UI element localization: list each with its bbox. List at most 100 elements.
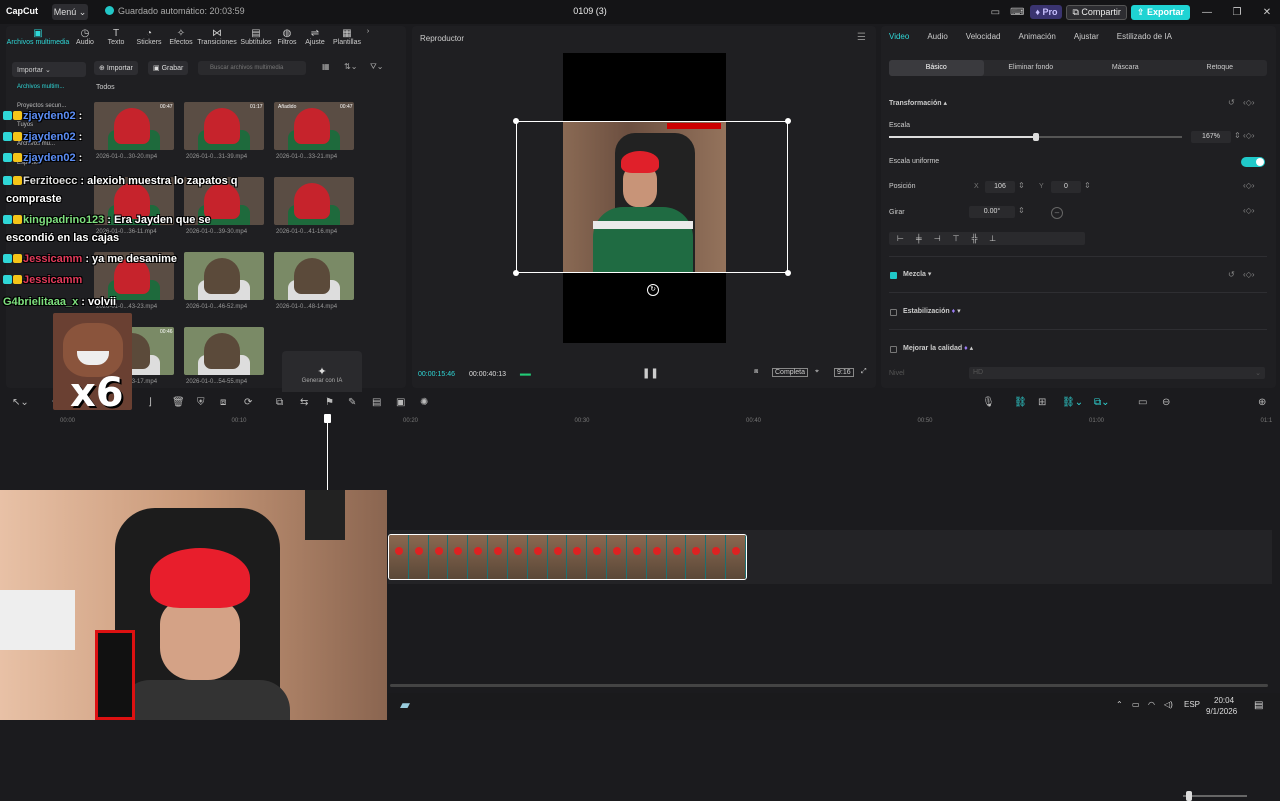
clock-time[interactable]: 20:04 xyxy=(1214,696,1234,705)
scale-slider-knob[interactable] xyxy=(1032,133,1039,141)
link-icon[interactable]: ⛓ xyxy=(1014,397,1027,408)
player-menu-icon[interactable]: ☰ xyxy=(857,32,866,43)
project-title[interactable]: 0109 (3) xyxy=(560,6,620,16)
property-tab[interactable]: Audio xyxy=(927,32,947,41)
stabilize-checkbox[interactable] xyxy=(890,309,897,316)
enhance-checkbox[interactable] xyxy=(890,346,897,353)
sidebar-item-media[interactable]: Archivos multim... xyxy=(12,77,86,96)
freeze-icon[interactable]: ⧉ xyxy=(276,397,283,408)
enhance-heading[interactable]: Mejorar la calidad ♦ ▴ xyxy=(903,344,973,352)
caption-track-icon[interactable]: ▭ xyxy=(1138,397,1147,408)
scale-value-field[interactable]: 167% xyxy=(1191,131,1231,143)
fullscreen-icon[interactable]: ⤢ xyxy=(861,368,867,376)
keyframe-nav-icon[interactable]: ‹◇› xyxy=(1243,270,1254,279)
align-middle-icon[interactable]: ╬ xyxy=(972,234,978,243)
property-tab[interactable]: Estilizado de IA xyxy=(1117,32,1172,41)
reset-icon[interactable]: ↺ xyxy=(1228,98,1235,107)
minimize-icon[interactable]: — xyxy=(1194,7,1220,18)
image-icon[interactable]: ▣ xyxy=(396,397,405,408)
resize-handle[interactable] xyxy=(513,270,519,276)
ai-tool-icon[interactable]: ✺ xyxy=(420,397,428,408)
video-clip[interactable] xyxy=(388,534,747,580)
media-thumbnail[interactable] xyxy=(184,327,264,375)
volume-icon[interactable]: ◁) xyxy=(1164,700,1173,709)
tab-transition[interactable]: ⋈ Transiciones xyxy=(196,26,238,54)
wifi-icon[interactable]: ◠ xyxy=(1148,700,1155,709)
align-left-icon[interactable]: ⊢ xyxy=(897,234,904,243)
blend-heading[interactable]: Mezcla ▾ xyxy=(903,270,931,278)
uniform-scale-toggle[interactable] xyxy=(1241,157,1265,167)
tab-subtitle[interactable]: ▤ Subtítulos xyxy=(238,26,274,54)
transform-heading[interactable]: Transformación ▴ xyxy=(889,99,947,107)
property-tab[interactable]: Animación xyxy=(1019,32,1056,41)
align-right-icon[interactable]: ⊣ xyxy=(934,234,941,243)
keyframe-nav-icon[interactable]: ‹◇› xyxy=(1243,131,1254,140)
stepper-icon[interactable]: ⇕ xyxy=(1234,131,1241,140)
stepper-icon[interactable]: ⇕ xyxy=(1018,206,1025,215)
zoom-out-icon[interactable]: ⊖ xyxy=(1162,397,1170,408)
blend-checkbox[interactable] xyxy=(890,272,897,279)
main-track-icon[interactable]: ⧉⌄ xyxy=(1094,397,1110,408)
timeline-ruler[interactable]: 00:00 00:10 00:20 00:30 00:40 00:50 01:00 01:1 xyxy=(0,416,1280,428)
share-button[interactable]: ⧉ Compartir xyxy=(1066,4,1127,20)
speed-icon[interactable]: ⟳ xyxy=(244,397,252,408)
rotate-field[interactable]: 0.00° xyxy=(969,206,1015,218)
media-thumbnail[interactable] xyxy=(274,252,354,300)
marker-icon[interactable]: ⚑ xyxy=(325,397,334,408)
capcut-taskbar-icon[interactable]: ▰ xyxy=(400,697,410,713)
property-subtab[interactable]: Retoque xyxy=(1173,60,1268,76)
resize-handle[interactable] xyxy=(513,118,519,124)
resize-handle[interactable] xyxy=(785,270,791,276)
record-button[interactable]: ▣ Grabar xyxy=(148,61,189,75)
pos-y-field[interactable]: 0 xyxy=(1051,181,1081,193)
stabilize-heading[interactable]: Estabilización ♦ ▾ xyxy=(903,307,961,315)
tab-audio[interactable]: ◷ Audio xyxy=(70,26,100,54)
delete-icon[interactable]: 🗑 xyxy=(172,397,185,408)
crop-icon[interactable]: ⧈ xyxy=(754,368,758,376)
tab-adjust[interactable]: ⇌ Ajuste xyxy=(300,26,330,54)
all-label[interactable]: Todos xyxy=(96,84,115,91)
property-tab[interactable]: Velocidad xyxy=(966,32,1001,41)
keyframe-nav-icon[interactable]: ‹◇› xyxy=(1243,181,1254,190)
property-tab[interactable]: Ajustar xyxy=(1074,32,1099,41)
stepper-icon[interactable]: ⇕ xyxy=(1084,181,1091,190)
playhead[interactable] xyxy=(327,416,328,491)
resize-handle[interactable] xyxy=(785,118,791,124)
notification-icon[interactable]: ▤ xyxy=(1254,700,1263,711)
zoom-in-icon[interactable]: ⊕ xyxy=(1258,397,1266,408)
microphone-icon[interactable]: 🎙 xyxy=(982,397,995,408)
reset-icon[interactable]: ↺ xyxy=(1228,270,1235,279)
filter-icon[interactable]: ⛛⌄ xyxy=(370,62,383,72)
layout-icon[interactable]: ▭ xyxy=(986,4,1004,20)
zoom-slider[interactable] xyxy=(1183,795,1247,797)
tab-text[interactable]: T Texto xyxy=(100,26,132,54)
property-subtab[interactable]: Máscara xyxy=(1078,60,1173,76)
select-tool-icon[interactable]: ↖⌄ xyxy=(12,397,29,408)
pause-icon[interactable]: ❚❚ xyxy=(642,368,659,379)
close-icon[interactable]: ✕ xyxy=(1254,7,1280,18)
export-button[interactable]: ⇪ Exportar xyxy=(1130,4,1190,20)
level-select[interactable]: HD ⌄ xyxy=(969,367,1265,379)
timeline-scrollbar[interactable] xyxy=(390,684,1268,687)
tab-filter[interactable]: ◍ Filtros xyxy=(274,26,300,54)
clock-date[interactable]: 9/1/2026 xyxy=(1206,707,1237,716)
shortcuts-icon[interactable]: ⌨ xyxy=(1008,4,1026,20)
maximize-icon[interactable]: ❐ xyxy=(1224,7,1250,18)
transform-box[interactable] xyxy=(516,121,788,273)
keyframe-nav-icon[interactable]: ‹◇› xyxy=(1243,98,1254,107)
tab-media[interactable]: ▣ Archivos multimedia xyxy=(6,26,70,54)
reverse-icon[interactable]: ⇆ xyxy=(300,397,308,408)
snap-icon[interactable]: ⊞ xyxy=(1038,397,1046,408)
snapshot-icon[interactable]: ⌖ xyxy=(815,368,819,376)
search-input[interactable]: Buscar archivos multimedia xyxy=(198,61,306,75)
tab-sticker[interactable]: ◔ Stickers xyxy=(132,26,166,54)
property-subtab[interactable]: Eliminar fondo xyxy=(984,60,1079,76)
tabs-scroll-right-icon[interactable]: › xyxy=(364,26,372,54)
grid-view-icon[interactable]: ▦ xyxy=(322,62,330,71)
align-bottom-icon[interactable]: ⊥ xyxy=(989,234,996,243)
media-thumbnail[interactable] xyxy=(184,252,264,300)
menu-button[interactable]: Menú ⌄ xyxy=(52,4,88,20)
align-top-icon[interactable]: ⊤ xyxy=(953,234,960,243)
sidebar-import[interactable]: Importar ⌄ xyxy=(12,62,86,77)
trim-right-icon[interactable]: ⌋ xyxy=(148,397,152,408)
